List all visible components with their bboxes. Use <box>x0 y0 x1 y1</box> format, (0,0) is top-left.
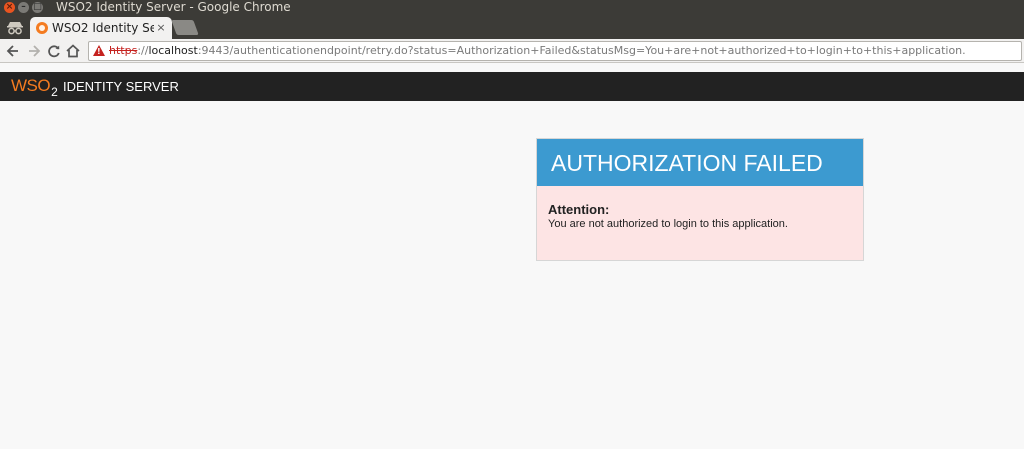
url-scheme: https <box>109 44 138 57</box>
warning-icon[interactable]: ! <box>93 45 105 56</box>
error-message: You are not authorized to login to this … <box>548 218 788 230</box>
browser-toolbar: ! https://localhost:9443/authenticatione… <box>0 39 1024 63</box>
tab-strip: WSO2 Identity Serve × <box>0 15 1024 39</box>
incognito-icon <box>7 22 23 35</box>
error-title: AUTHORIZATION FAILED <box>551 150 823 176</box>
app-header: WSO2 IDENTITY SERVER <box>0 72 1024 101</box>
url-host: localhost <box>148 44 198 57</box>
tab-close-icon[interactable]: × <box>154 17 168 39</box>
url-separator: :// <box>137 44 149 57</box>
maximize-icon: □ <box>33 2 42 12</box>
url-text: https://localhost:9443/authenticationend… <box>109 42 966 60</box>
forward-icon[interactable] <box>25 41 43 61</box>
back-icon[interactable] <box>4 41 22 61</box>
wso2-favicon-icon <box>36 22 48 34</box>
tab-wso2-identity-server[interactable]: WSO2 Identity Serve × <box>30 17 172 39</box>
product-name: IDENTITY SERVER <box>63 79 179 94</box>
logo-wso-text: WSO <box>11 76 51 95</box>
minimize-icon: – <box>21 2 26 12</box>
logo-2-text: 2 <box>51 85 58 99</box>
url-path: :9443/authenticationendpoint/retry.do?st… <box>197 44 966 57</box>
reload-icon[interactable] <box>45 41 63 61</box>
window-close-button[interactable]: × <box>4 2 15 13</box>
window-minimize-button[interactable]: – <box>18 2 29 13</box>
window-maximize-button[interactable]: □ <box>32 2 43 13</box>
page-content: AUTHORIZATION FAILED Attention: You are … <box>0 101 1024 449</box>
attention-label: Attention: <box>548 202 610 217</box>
new-tab-button[interactable] <box>171 20 199 35</box>
window-titlebar: × – □ WSO2 Identity Server - Google Chro… <box>0 0 1024 15</box>
address-bar[interactable]: ! https://localhost:9443/authenticatione… <box>88 41 1022 61</box>
window-title: WSO2 Identity Server - Google Chrome <box>56 0 291 14</box>
error-panel: AUTHORIZATION FAILED Attention: You are … <box>536 138 864 261</box>
error-panel-header: AUTHORIZATION FAILED <box>537 139 863 186</box>
home-icon[interactable] <box>64 41 82 61</box>
tab-title: WSO2 Identity Serve <box>52 21 154 35</box>
wso2-logo[interactable]: WSO2 <box>11 75 58 99</box>
close-icon: × <box>5 2 14 12</box>
